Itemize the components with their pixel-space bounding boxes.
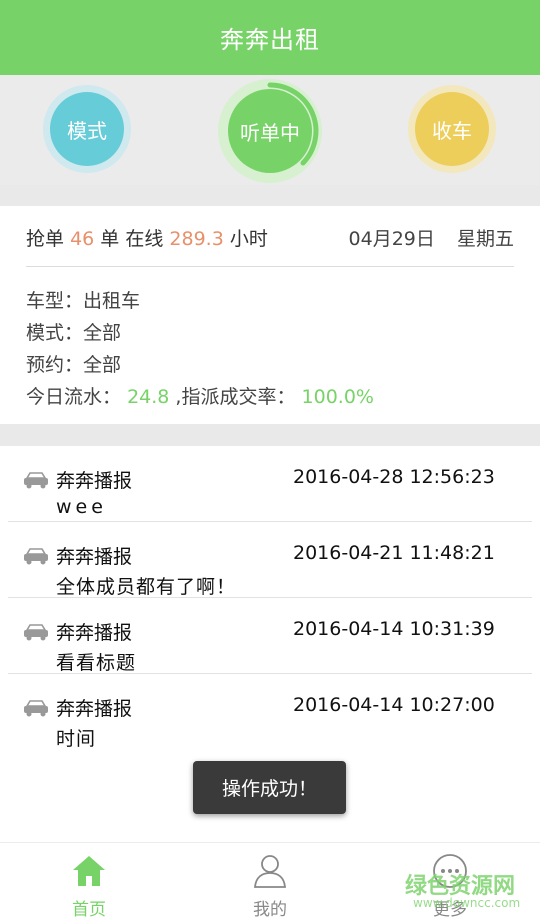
mode-button[interactable]: 模式 — [43, 85, 131, 173]
listening-progress-ring-icon — [267, 82, 319, 166]
toast-message: 操作成功！ — [193, 761, 346, 814]
news-title: 奔奔播报 — [56, 546, 133, 568]
nav-mine-tab[interactable]: 我的 — [210, 843, 330, 923]
listening-button[interactable]: 听单中 — [218, 79, 322, 183]
news-time: 2016-04-28 12:56:23 — [293, 466, 495, 488]
reservation-info: 预约：全部 — [26, 354, 122, 376]
news-body: wee — [56, 496, 107, 518]
stats-panel: 抢单 46 单 在线 289.3 小时 04月29日 星期五 车型：出租车 模式… — [0, 206, 540, 424]
car-icon — [24, 624, 48, 641]
section-divider — [0, 185, 540, 206]
close-shift-button-label: 收车 — [415, 92, 489, 166]
mode-button-label: 模式 — [50, 92, 124, 166]
close-shift-button[interactable]: 收车 — [408, 85, 496, 173]
online-prefix: 在线 — [125, 228, 164, 250]
car-icon — [24, 548, 48, 565]
news-body: 时间 — [56, 728, 97, 750]
nav-home-label: 首页 — [72, 900, 106, 920]
flow-value: 24.8 — [127, 386, 170, 408]
control-panel: 模式 听单中 收车 — [0, 75, 540, 185]
news-title: 奔奔播报 — [56, 622, 133, 644]
list-item[interactable]: 奔奔播报 2016-04-28 12:56:23 wee — [8, 446, 532, 522]
weekday-text: 星期五 — [456, 228, 514, 250]
news-time: 2016-04-14 10:27:00 — [293, 694, 495, 716]
news-title: 奔奔播报 — [56, 470, 133, 492]
date-text: 04月29日 — [348, 228, 435, 250]
grab-count: 46 — [70, 228, 95, 250]
stats-divider — [26, 266, 514, 267]
car-type-info: 车型：出租车 — [26, 290, 141, 312]
rate-value: 100.0% — [301, 386, 374, 408]
nav-more-label: 更多 — [433, 900, 467, 920]
news-time: 2016-04-21 11:48:21 — [293, 542, 495, 564]
news-body: 看看标题 — [56, 652, 137, 674]
rate-prefix: ,指派成交率： — [175, 386, 296, 408]
grab-unit: 单 — [100, 228, 120, 250]
nav-mine-label: 我的 — [253, 900, 287, 920]
grab-prefix: 抢单 — [26, 228, 65, 250]
news-time: 2016-04-14 10:31:39 — [293, 618, 495, 640]
app-header: 奔奔出租 — [0, 0, 540, 75]
page-title: 奔奔出租 — [220, 26, 320, 54]
online-hours: 289.3 — [169, 228, 224, 250]
list-item[interactable]: 奔奔播报 2016-04-21 11:48:21 全体成员都有了啊！ — [8, 522, 532, 598]
date-display: 04月29日 星期五 — [349, 224, 514, 251]
order-stats-row: 抢单 46 单 在线 289.3 小时 04月29日 星期五 — [26, 224, 514, 264]
car-icon — [24, 472, 48, 489]
more-icon — [433, 854, 467, 888]
online-unit: 小时 — [229, 228, 268, 250]
broadcast-list: 奔奔播报 2016-04-28 12:56:23 wee 奔奔播报 2016-0… — [0, 446, 540, 750]
news-title: 奔奔播报 — [56, 698, 133, 720]
bottom-nav: 首页 我的 更多 — [0, 842, 540, 923]
mode-info: 模式：全部 — [26, 322, 122, 344]
nav-more-tab[interactable]: 更多 — [390, 843, 510, 923]
nav-home-tab[interactable]: 首页 — [29, 843, 149, 923]
news-body: 全体成员都有了啊！ — [56, 576, 237, 598]
daily-flow-info: 今日流水： 24.8 ,指派成交率： 100.0% — [26, 382, 374, 409]
home-icon — [73, 856, 105, 886]
list-item[interactable]: 奔奔播报 2016-04-14 10:31:39 看看标题 — [8, 598, 532, 674]
car-icon — [24, 700, 48, 717]
list-item[interactable]: 奔奔播报 2016-04-14 10:27:00 时间 — [8, 674, 532, 750]
section-divider — [0, 424, 540, 446]
flow-prefix: 今日流水： — [26, 386, 122, 408]
user-icon — [254, 855, 286, 888]
